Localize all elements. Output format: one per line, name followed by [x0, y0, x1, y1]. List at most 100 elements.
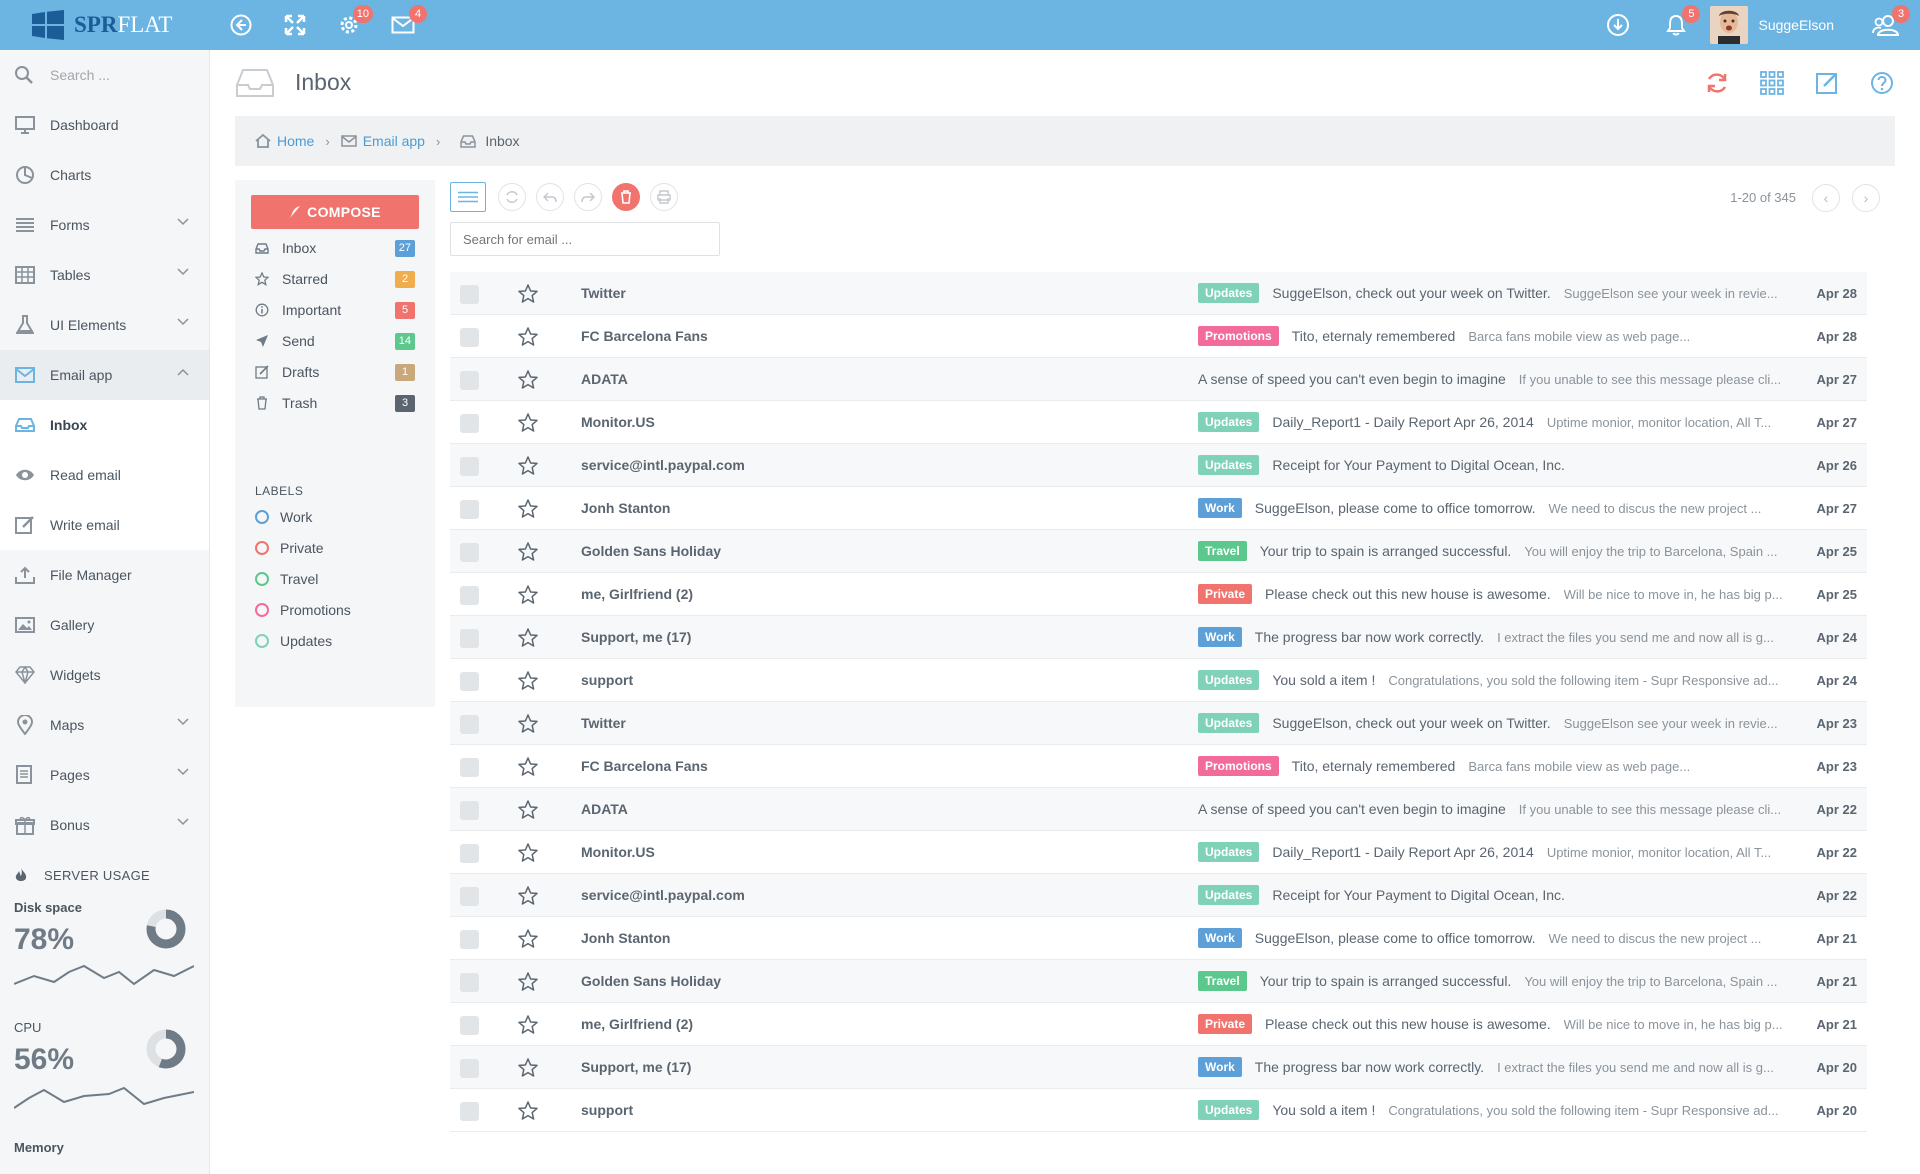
sidebar-item-widgets[interactable]: Widgets	[0, 650, 209, 700]
download-button[interactable]	[1600, 7, 1636, 43]
forward-button[interactable]	[574, 183, 602, 211]
label-work[interactable]: Work	[255, 503, 312, 531]
reply-button[interactable]	[536, 183, 564, 211]
sidebar-search[interactable]: Search ...	[0, 50, 209, 100]
folder-send[interactable]: Send 14	[255, 327, 415, 355]
email-checkbox[interactable]	[460, 285, 479, 304]
sidebar-item-charts[interactable]: Charts	[0, 150, 209, 200]
sidebar-item-tables[interactable]: Tables	[0, 250, 209, 300]
delete-button[interactable]	[612, 183, 640, 211]
email-checkbox[interactable]	[460, 1102, 479, 1121]
sidebar-item-maps[interactable]: Maps	[0, 700, 209, 750]
email-row[interactable]: Jonh Stanton Work SuggeElson, please come …	[450, 917, 1867, 960]
star-icon[interactable]	[518, 456, 538, 478]
email-row[interactable]: support Updates You sold a item ! Congratul…	[450, 1089, 1867, 1132]
email-checkbox[interactable]	[460, 543, 479, 562]
email-row[interactable]: Twitter Updates SuggeElson, check out your…	[450, 702, 1867, 745]
star-icon[interactable]	[518, 757, 538, 779]
compose-button[interactable]: COMPOSE	[251, 195, 419, 229]
email-search-input[interactable]	[450, 222, 720, 256]
email-checkbox[interactable]	[460, 457, 479, 476]
help-button[interactable]	[1864, 67, 1900, 99]
star-icon[interactable]	[518, 499, 538, 521]
star-icon[interactable]	[518, 972, 538, 994]
email-checkbox[interactable]	[460, 629, 479, 648]
label-promotions[interactable]: Promotions	[255, 596, 351, 624]
apps-grid-button[interactable]	[1754, 67, 1790, 99]
prev-page-button[interactable]: ‹	[1812, 184, 1840, 212]
email-row[interactable]: Monitor.US Updates Daily_Report1 - Daily R…	[450, 831, 1867, 874]
email-checkbox[interactable]	[460, 887, 479, 906]
star-icon[interactable]	[518, 886, 538, 908]
sidebar-item-dashboard[interactable]: Dashboard	[0, 100, 209, 150]
breadcrumb-email-app[interactable]: Email app	[340, 133, 425, 149]
folder-trash[interactable]: Trash 3	[255, 389, 415, 417]
label-travel[interactable]: Travel	[255, 565, 318, 593]
sidebar-item-forms[interactable]: Forms	[0, 200, 209, 250]
back-button[interactable]	[223, 7, 259, 43]
label-updates[interactable]: Updates	[255, 627, 332, 655]
email-row[interactable]: Support, me (17) Work The progress bar now…	[450, 616, 1867, 659]
email-row[interactable]: Twitter Updates SuggeElson, check out your…	[450, 272, 1867, 315]
email-row[interactable]: ADATA A sense of speed you can't even beg…	[450, 788, 1867, 831]
sidebar-item-read-email[interactable]: Read email	[0, 450, 208, 500]
folder-important[interactable]: Important 5	[255, 296, 415, 324]
star-icon[interactable]	[518, 671, 538, 693]
star-icon[interactable]	[518, 1015, 538, 1037]
email-row[interactable]: service@intl.paypal.com Updates Receipt fo…	[450, 874, 1867, 917]
print-button[interactable]	[650, 183, 678, 211]
email-row[interactable]: FC Barcelona Fans Promotions Tito, eternal…	[450, 315, 1867, 358]
star-icon[interactable]	[518, 370, 538, 392]
star-icon[interactable]	[518, 327, 538, 349]
email-checkbox[interactable]	[460, 371, 479, 390]
email-row[interactable]: Golden Sans Holiday Travel Your trip to sp…	[450, 960, 1867, 1003]
email-checkbox[interactable]	[460, 500, 479, 519]
next-page-button[interactable]: ›	[1852, 184, 1880, 212]
star-icon[interactable]	[518, 1101, 538, 1123]
sidebar-item-ui-elements[interactable]: UI Elements	[0, 300, 209, 350]
email-row[interactable]: me, Girlfriend (2) Private Please check ou…	[450, 1003, 1867, 1046]
sidebar-item-pages[interactable]: Pages	[0, 750, 209, 800]
star-icon[interactable]	[518, 800, 538, 822]
star-icon[interactable]	[518, 1058, 538, 1080]
star-icon[interactable]	[518, 929, 538, 951]
email-row[interactable]: Monitor.US Updates Daily_Report1 - Daily R…	[450, 401, 1867, 444]
email-checkbox[interactable]	[460, 973, 479, 992]
email-checkbox[interactable]	[460, 586, 479, 605]
email-checkbox[interactable]	[460, 844, 479, 863]
menu-toggle-button[interactable]	[450, 182, 486, 212]
sidebar-item-write-email[interactable]: Write email	[0, 500, 208, 550]
email-row[interactable]: Jonh Stanton Work SuggeElson, please come …	[450, 487, 1867, 530]
email-row[interactable]: FC Barcelona Fans Promotions Tito, eternal…	[450, 745, 1867, 788]
label-private[interactable]: Private	[255, 534, 324, 562]
sidebar-item-bonus[interactable]: Bonus	[0, 800, 209, 850]
users-button[interactable]: 3	[1868, 5, 1910, 43]
email-checkbox[interactable]	[460, 414, 479, 433]
refresh-button[interactable]	[1699, 67, 1735, 99]
email-checkbox[interactable]	[460, 1016, 479, 1035]
sidebar-item-inbox[interactable]: Inbox	[0, 400, 208, 450]
email-row[interactable]: support Updates You sold a item ! Congratul…	[450, 659, 1867, 702]
brand-logo[interactable]: SPR FLAT	[0, 0, 210, 50]
email-checkbox[interactable]	[460, 1059, 479, 1078]
email-checkbox[interactable]	[460, 672, 479, 691]
email-row[interactable]: ADATA A sense of speed you can't even beg…	[450, 358, 1867, 401]
email-checkbox[interactable]	[460, 801, 479, 820]
folder-starred[interactable]: Starred 2	[255, 265, 415, 293]
email-row[interactable]: me, Girlfriend (2) Private Please check ou…	[450, 573, 1867, 616]
fullscreen-button[interactable]	[277, 7, 313, 43]
star-icon[interactable]	[518, 585, 538, 607]
star-icon[interactable]	[518, 284, 538, 306]
email-checkbox[interactable]	[460, 328, 479, 347]
star-icon[interactable]	[518, 413, 538, 435]
username[interactable]: SuggeElson	[1758, 17, 1834, 33]
sidebar-item-file-manager[interactable]: File Manager	[0, 550, 209, 600]
sidebar-item-email-app[interactable]: Email app	[0, 350, 209, 400]
star-icon[interactable]	[518, 714, 538, 736]
notifications-button[interactable]: 5	[1658, 5, 1701, 43]
refresh-mail-button[interactable]	[498, 183, 526, 211]
settings-button[interactable]: 10	[331, 5, 373, 43]
star-icon[interactable]	[518, 843, 538, 865]
star-icon[interactable]	[518, 542, 538, 564]
email-row[interactable]: service@intl.paypal.com Updates Receipt fo…	[450, 444, 1867, 487]
